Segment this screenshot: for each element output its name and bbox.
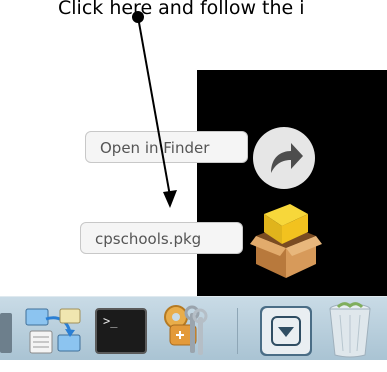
open-in-finder-button[interactable]: Open in Finder [85, 131, 248, 163]
dock-partial-app-icon[interactable] [0, 313, 12, 353]
terminal-prompt-text: >_ [103, 314, 118, 328]
package-filename-button[interactable]: cpschools.pkg [80, 222, 243, 254]
trash-icon[interactable] [326, 301, 374, 363]
terminal-icon[interactable]: >_ [95, 308, 147, 354]
dock-separator [237, 308, 238, 354]
dock-bottom-margin [0, 360, 387, 372]
share-arrow-icon[interactable] [253, 127, 315, 189]
instruction-text: Click here and follow the i [58, 0, 305, 19]
downloads-stack-inner [262, 308, 310, 354]
package-box-icon[interactable] [250, 200, 322, 284]
migration-assistant-icon[interactable] [24, 305, 84, 361]
downloads-stack-icon[interactable] [260, 306, 312, 356]
keychain-access-icon[interactable] [160, 303, 210, 363]
